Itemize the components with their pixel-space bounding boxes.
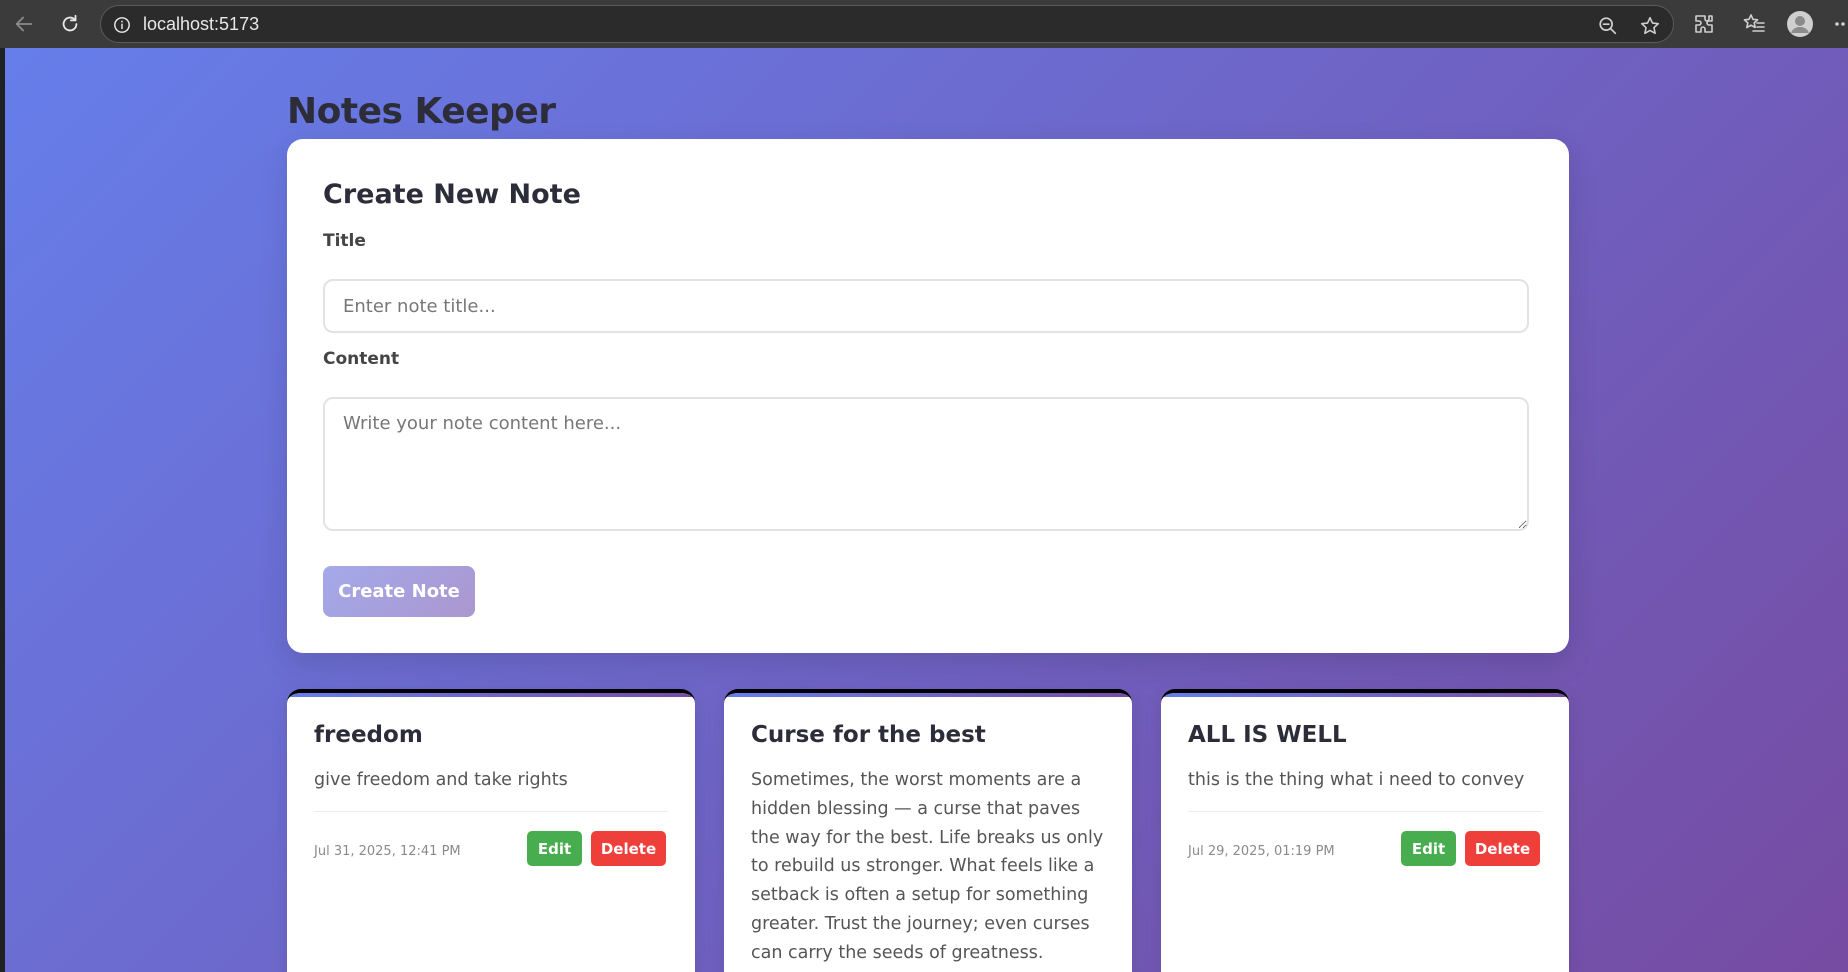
- url-text: localhost:5173: [143, 14, 260, 34]
- note-date: Jul 29, 2025, 01:19 PM: [1188, 844, 1335, 859]
- delete-button[interactable]: Delete: [1465, 831, 1540, 866]
- create-note-button[interactable]: Create Note: [323, 566, 475, 617]
- app-title: Notes Keeper: [287, 91, 556, 132]
- note-divider: [314, 811, 668, 812]
- note-card: Curse for the best Sometimes, the worst …: [724, 689, 1132, 972]
- note-content: give freedom and take rights: [314, 770, 568, 790]
- content-textarea[interactable]: [323, 397, 1529, 531]
- note-content: Sometimes, the worst moments are a hidde…: [751, 770, 1104, 963]
- more-menu-icon[interactable]: [1834, 12, 1848, 36]
- note-card: ALL IS WELL this is the thing what i nee…: [1161, 689, 1569, 972]
- note-divider: [1188, 811, 1542, 812]
- note-title: Curse for the best: [751, 722, 986, 748]
- note-date: Jul 31, 2025, 12:41 PM: [314, 844, 461, 859]
- star-icon[interactable]: [1639, 15, 1661, 37]
- note-card: freedom give freedom and take rights Jul…: [287, 689, 695, 972]
- profile-avatar[interactable]: [1786, 10, 1814, 38]
- page-viewport: Notes Keeper Create New Note Title Conte…: [5, 48, 1848, 972]
- browser-toolbar: localhost:5173: [0, 0, 1848, 48]
- zoom-out-icon[interactable]: [1597, 15, 1619, 37]
- create-note-form: Create New Note Title Content Create Not…: [287, 139, 1569, 653]
- form-heading: Create New Note: [323, 179, 581, 210]
- address-bar[interactable]: localhost:5173: [100, 5, 1674, 43]
- note-title: ALL IS WELL: [1188, 722, 1347, 748]
- edit-button[interactable]: Edit: [1401, 831, 1456, 866]
- back-arrow-icon[interactable]: [10, 10, 38, 38]
- extensions-icon[interactable]: [1692, 12, 1716, 36]
- edit-button[interactable]: Edit: [527, 831, 582, 866]
- note-content: this is the thing what i need to convey: [1188, 770, 1525, 790]
- content-label: Content: [323, 349, 400, 369]
- notes-grid: freedom give freedom and take rights Jul…: [287, 689, 1569, 972]
- note-title: freedom: [314, 722, 423, 748]
- site-info-icon[interactable]: [113, 16, 131, 34]
- reload-icon[interactable]: [56, 10, 84, 38]
- favorites-icon[interactable]: [1742, 12, 1766, 36]
- title-input[interactable]: [323, 279, 1529, 333]
- title-label: Title: [323, 231, 366, 251]
- delete-button[interactable]: Delete: [591, 831, 666, 866]
